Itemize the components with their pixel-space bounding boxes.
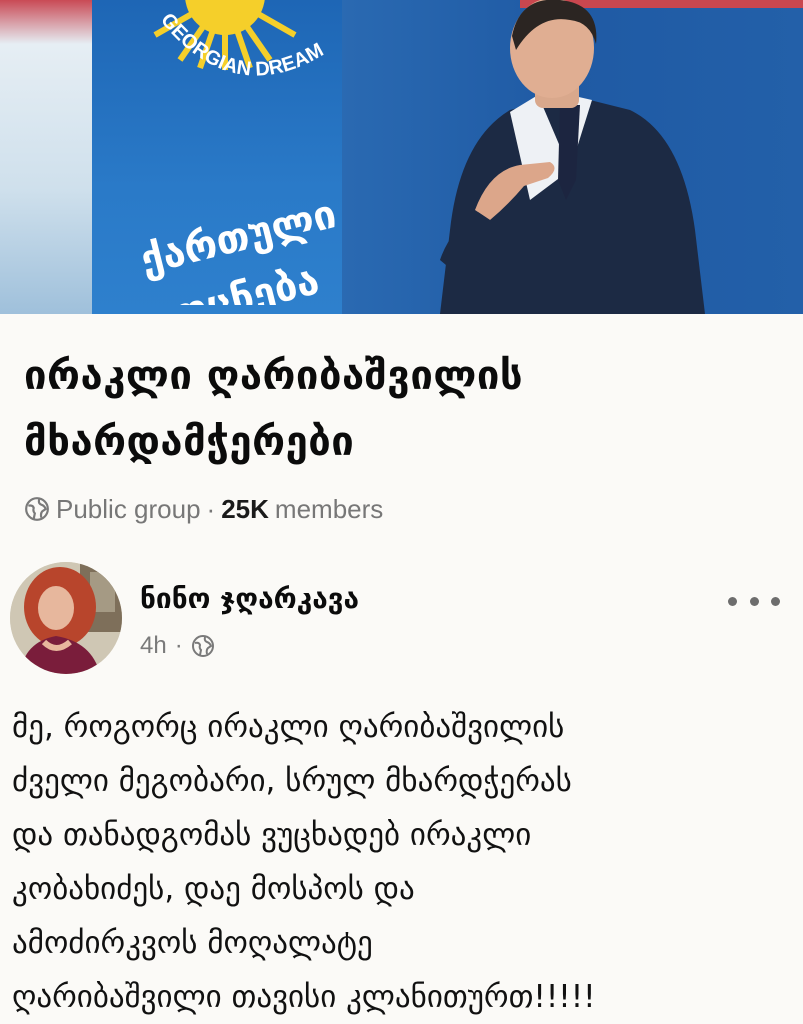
post-meta: 4h ·: [140, 632, 215, 660]
post-body-line: ღარიბაშვილი თავისი კლანითურთ!!!!!: [12, 979, 596, 1015]
svg-text:GEORGIAN DREAM: GEORGIAN DREAM: [156, 10, 327, 81]
post-author-name[interactable]: ნინო ჯღარკავა: [140, 582, 359, 615]
member-label[interactable]: members: [275, 494, 383, 525]
post-body-line: კობახიძეს, დაე მოსპოს და: [12, 871, 415, 907]
post-body-line: მე, როგორც ირაკლი ღარიბაშვილის: [12, 709, 565, 745]
more-dots-icon[interactable]: [728, 586, 780, 616]
politician-photo: [440, 0, 705, 314]
meta-separator: ·: [174, 632, 183, 659]
meta-separator: ·: [206, 493, 216, 524]
group-title-line: მხარდამჭერები: [24, 419, 355, 465]
post-body-line: და თანადგომას ვუცხადებ ირაკლი: [12, 817, 532, 853]
dot: [728, 596, 737, 606]
post-timestamp[interactable]: 4h: [140, 632, 167, 660]
group-meta: Public group · 25K members: [24, 493, 383, 525]
group-title[interactable]: ირაკლი ღარიბაშვილის მხარდამჭერები: [24, 343, 784, 475]
globe-icon[interactable]: [191, 634, 215, 658]
flag-backdrop: [0, 0, 92, 314]
post-body-line: ძველი მეგობარი, სრულ მხარდჭერას: [12, 763, 572, 799]
group-privacy-label[interactable]: Public group: [56, 494, 201, 525]
group-title-line: ირაკლი ღარიბაშვილის: [24, 353, 524, 399]
post-body-line: ამოძირკვოს მოღალატე: [12, 925, 373, 961]
dot: [749, 596, 759, 606]
globe-icon: [25, 497, 49, 521]
group-cover-photo[interactable]: GEORGIAN DREAM ქართული ოცნება: [0, 0, 803, 314]
author-avatar-image: [10, 562, 122, 674]
dot: [771, 596, 780, 606]
banner-brand-text: GEORGIAN DREAM: [156, 10, 327, 81]
post-body-text: მე, როგორც ირაკლი ღარიბაშვილის ძველი მეგ…: [12, 700, 792, 1024]
avatar[interactable]: [10, 562, 122, 674]
banner-slogan: ქართული ოცნება: [140, 191, 341, 305]
member-count[interactable]: 25K: [221, 494, 269, 525]
